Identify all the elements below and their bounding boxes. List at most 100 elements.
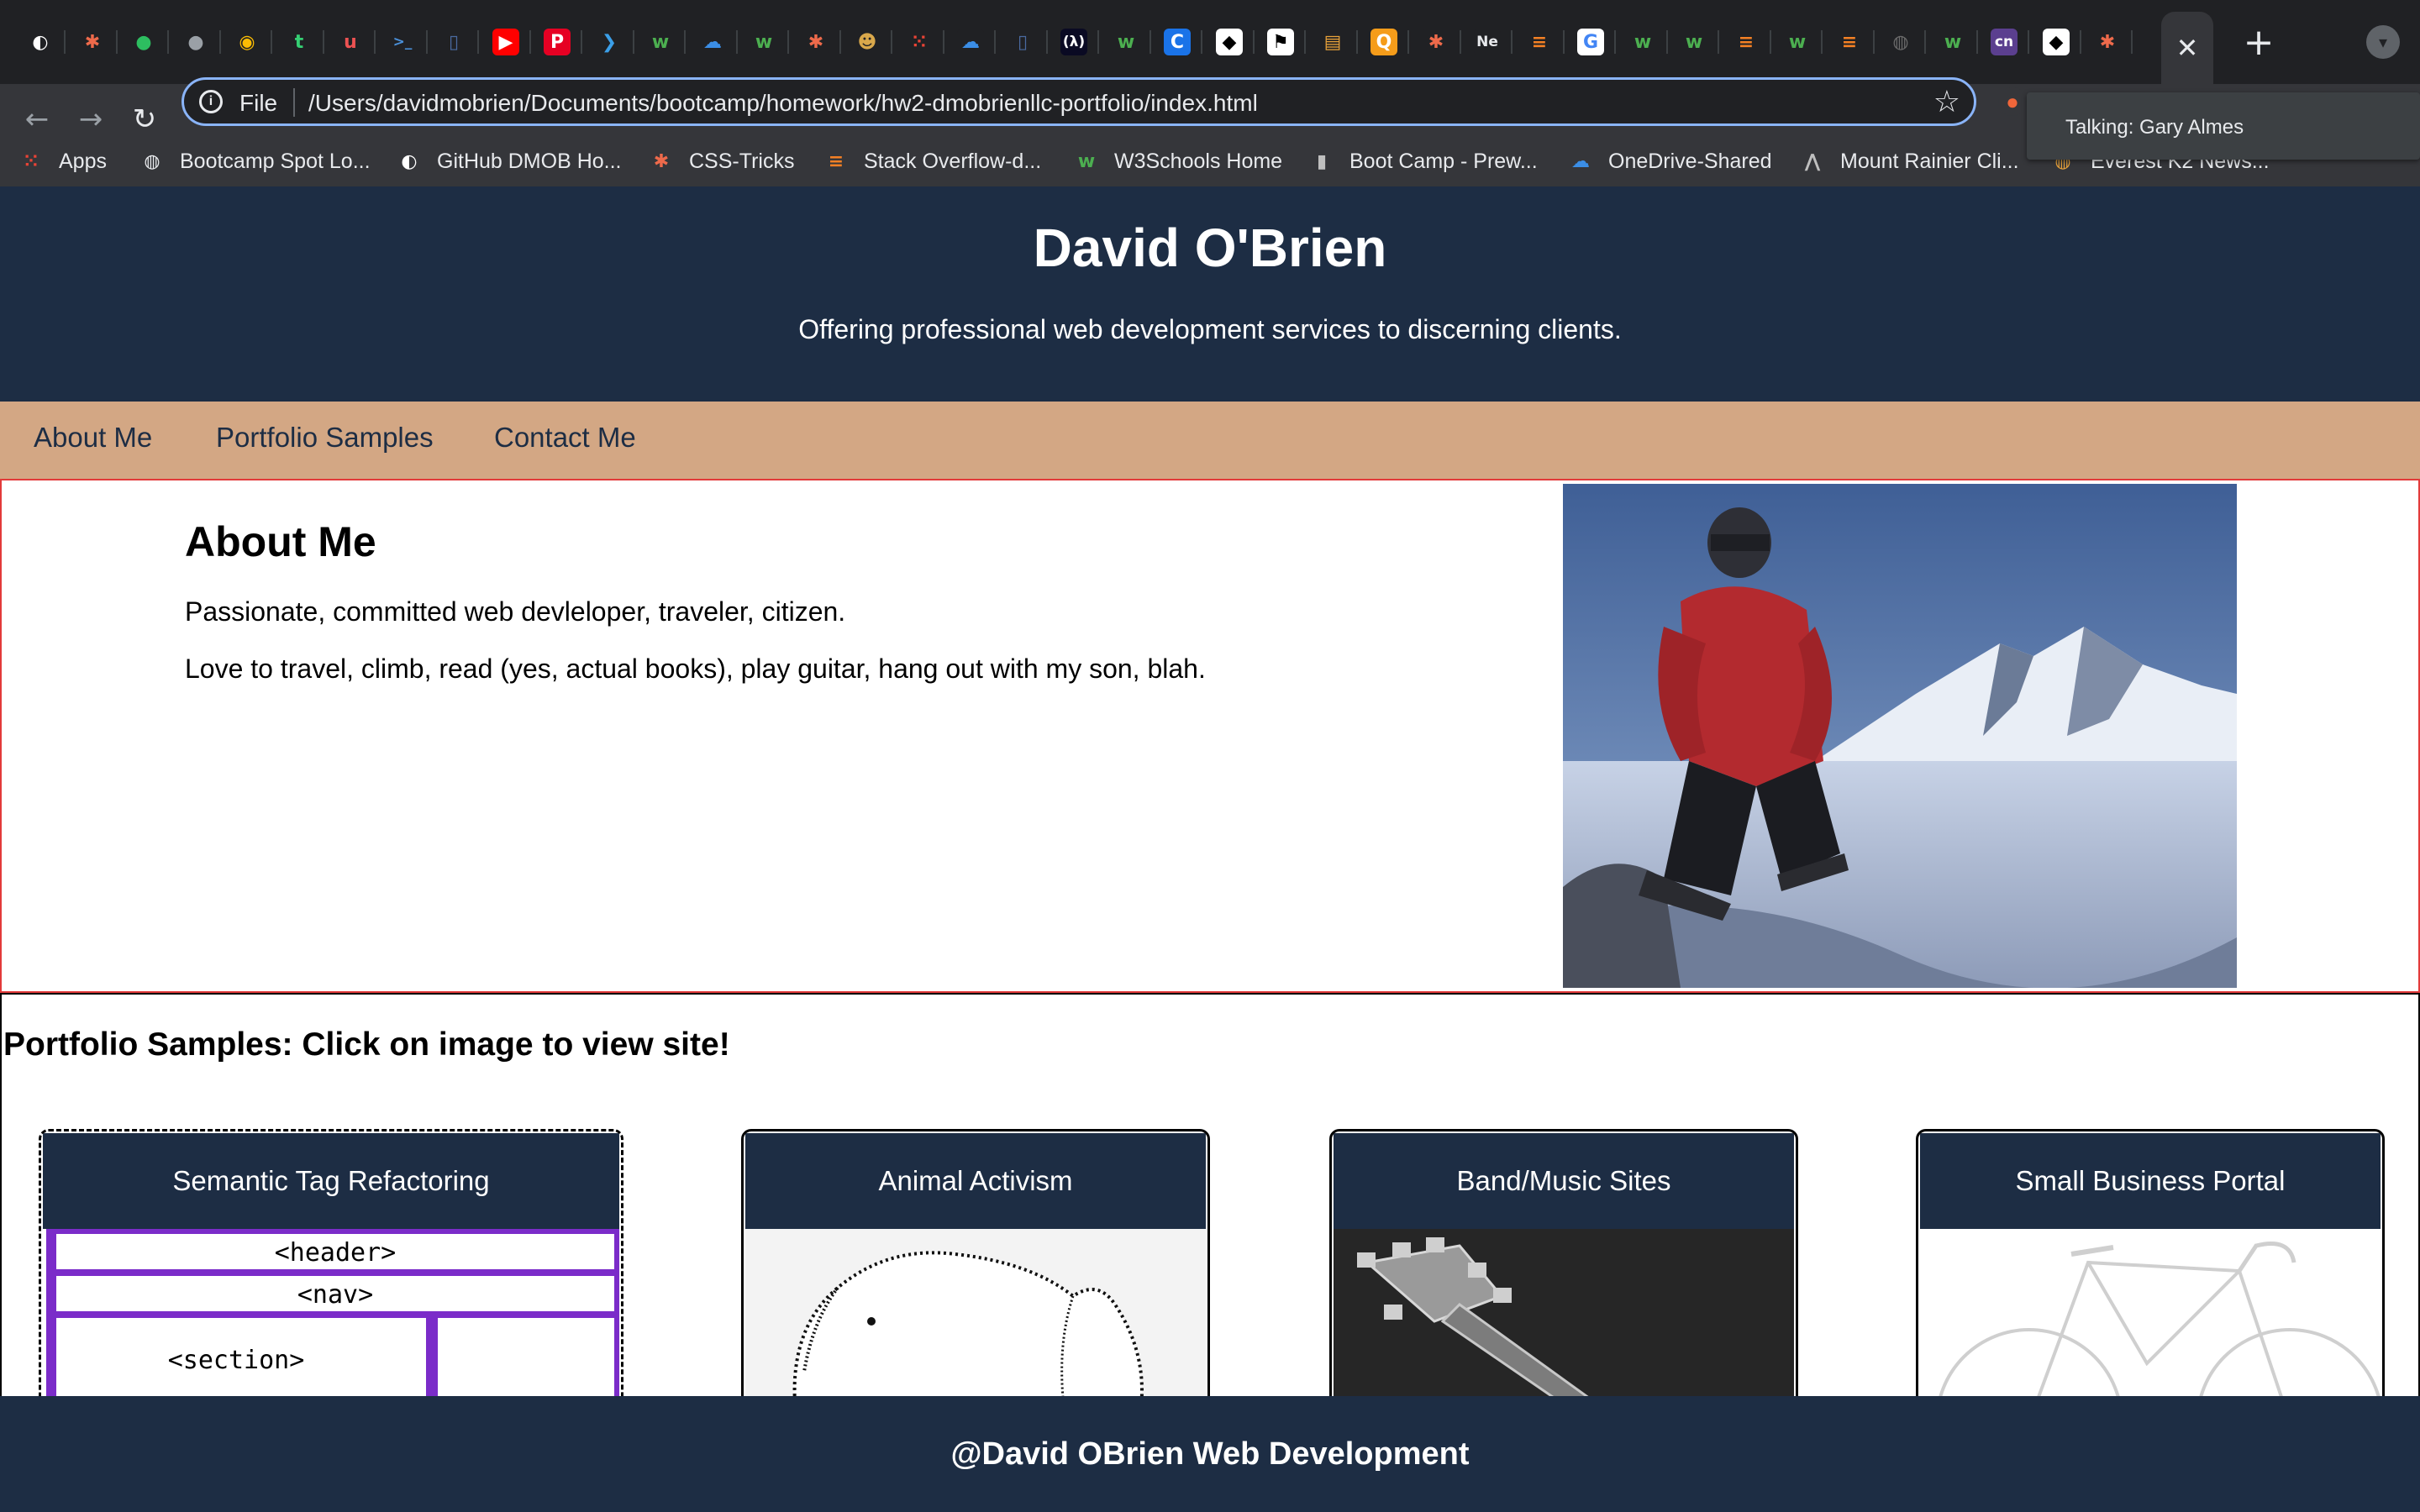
forward-arrow-icon[interactable]: → xyxy=(71,99,111,139)
tab-separator xyxy=(1614,30,1616,54)
site-nav: About Me Portfolio Samples Contact Me xyxy=(0,402,2420,479)
browser-tab[interactable]: ⚑ xyxy=(1259,22,1302,62)
browser-tab[interactable]: Ne xyxy=(1465,22,1509,62)
url-text[interactable]: /Users/davidmobrien/Documents/bootcamp/h… xyxy=(308,90,1258,117)
portfolio-card-band-music[interactable]: Band/Music Sites xyxy=(1329,1129,1798,1396)
browser-tab[interactable]: ● xyxy=(174,22,218,62)
flag-icon: ⚑ xyxy=(1267,29,1294,55)
tumblr-icon: t xyxy=(286,29,313,55)
browser-tab[interactable]: w xyxy=(1621,22,1665,62)
tag-text-section: <section> xyxy=(168,1346,305,1375)
browser-tab[interactable]: C xyxy=(1155,22,1199,62)
card-thumbnail[interactable]: <header> <nav> <section> xyxy=(43,1229,619,1396)
browser-tab[interactable]: ☁ xyxy=(949,22,992,62)
evernote-icon: ● xyxy=(130,29,157,55)
portfolio-card-semantic-tags[interactable]: Semantic Tag Refactoring <header> <nav> … xyxy=(39,1129,623,1396)
browser-tab[interactable]: w xyxy=(742,22,786,62)
browser-tab[interactable]: G xyxy=(1569,22,1612,62)
bookmark-item[interactable]: w W3Schools Home xyxy=(1074,144,1282,178)
w3schools-icon: w xyxy=(1629,29,1656,55)
close-tab-icon[interactable]: ✕ xyxy=(2176,32,2199,64)
tab-separator xyxy=(943,30,944,54)
stackoverflow-icon: ≡ xyxy=(1526,29,1553,55)
browser-tab[interactable]: t xyxy=(277,22,321,62)
info-icon[interactable]: i xyxy=(199,90,223,113)
browser-tab[interactable]: w xyxy=(1776,22,1819,62)
site-footer: @David OBrien Web Development xyxy=(0,1396,2420,1512)
browser-tab[interactable]: ◆ xyxy=(1207,22,1251,62)
site-tagline: Offering professional web development se… xyxy=(798,314,1622,344)
browser-tab[interactable]: (λ) xyxy=(1052,22,1096,62)
bookmark-star-icon[interactable]: ☆ xyxy=(1933,85,1960,119)
bookmark-item[interactable]: ◐ GitHub DMOB Ho... xyxy=(397,144,621,178)
browser-tab[interactable]: ✱ xyxy=(794,22,838,62)
browser-tab[interactable]: ▶ xyxy=(484,22,528,62)
bookmark-item[interactable]: ✱ CSS-Tricks xyxy=(649,144,795,178)
portfolio-card-small-business[interactable]: Small Business Portal xyxy=(1916,1129,2385,1396)
browser-tab[interactable]: ✱ xyxy=(2086,22,2129,62)
browser-tab[interactable]: ◐ xyxy=(18,22,62,62)
portfolio-card-animal-activism[interactable]: Animal Activism xyxy=(741,1129,1210,1396)
browser-tab[interactable]: ≡ xyxy=(1518,22,1561,62)
card-thumbnail[interactable] xyxy=(1334,1229,1794,1396)
bookmark-item[interactable]: ▮ Boot Camp - Prew... xyxy=(1309,144,1538,178)
character-icon: ☻ xyxy=(854,29,881,55)
browser-tab[interactable]: w xyxy=(1104,22,1148,62)
ne-icon: Ne xyxy=(1474,29,1501,55)
browser-tab[interactable]: ≡ xyxy=(1828,22,1871,62)
browser-tab[interactable]: ◆ xyxy=(2034,22,2078,62)
apps-grid-icon: ⁙ xyxy=(906,29,933,55)
tab-separator xyxy=(1770,30,1771,54)
nav-link-contact[interactable]: Contact Me xyxy=(494,422,636,454)
browser-tab[interactable]: ☁ xyxy=(691,22,734,62)
browser-tab[interactable]: w xyxy=(1931,22,1975,62)
browser-tab[interactable]: >_ xyxy=(381,22,424,62)
browser-tab[interactable]: ▯ xyxy=(432,22,476,62)
browser-tab[interactable]: ✱ xyxy=(1414,22,1458,62)
chrome-icon: ◉ xyxy=(234,29,260,55)
browser-tab[interactable]: ☻ xyxy=(845,22,889,62)
tab-separator xyxy=(891,30,892,54)
w3schools-icon: w xyxy=(1113,29,1139,55)
browser-tab[interactable]: w xyxy=(639,22,682,62)
new-tab-button[interactable]: + xyxy=(2235,18,2282,66)
browser-tab[interactable]: P xyxy=(535,22,579,62)
browser-tab[interactable]: cn xyxy=(1982,22,2026,62)
browser-tab[interactable]: ⁙ xyxy=(897,22,941,62)
active-tab[interactable]: ✕ xyxy=(2161,12,2213,84)
bookmark-item[interactable]: ⁙ Apps xyxy=(18,144,107,178)
w3schools-icon: w xyxy=(647,29,674,55)
card-thumbnail[interactable] xyxy=(1920,1229,2381,1396)
browser-tab[interactable]: w xyxy=(1672,22,1716,62)
card-thumbnail[interactable] xyxy=(745,1229,1206,1396)
browser-tab[interactable]: ▯ xyxy=(1001,22,1044,62)
browser-tab[interactable]: ◍ xyxy=(1879,22,1923,62)
github-icon: ◐ xyxy=(401,150,418,172)
browser-tab[interactable]: ≡ xyxy=(1724,22,1768,62)
browser-tab[interactable]: ● xyxy=(122,22,166,62)
reload-icon[interactable]: ↻ xyxy=(124,99,165,139)
back-arrow-icon[interactable]: ← xyxy=(17,99,57,139)
bookmark-label: Boot Camp - Prew... xyxy=(1349,149,1538,173)
bookmark-label: Bootcamp Spot Lo... xyxy=(180,149,371,173)
browser-tab[interactable]: ✱ xyxy=(71,22,114,62)
bookmark-item[interactable]: ☁ OneDrive-Shared xyxy=(1568,144,1772,178)
onedrive-icon: ☁ xyxy=(957,29,984,55)
browser-tab[interactable]: ❯ xyxy=(587,22,631,62)
nav-link-portfolio[interactable]: Portfolio Samples xyxy=(216,422,434,454)
address-bar[interactable]: i File /Users/davidmobrien/Documents/boo… xyxy=(182,77,1976,126)
extension-icon[interactable]: ● xyxy=(1998,87,2027,116)
nav-link-about[interactable]: About Me xyxy=(34,422,152,454)
browser-tab[interactable]: u xyxy=(329,22,372,62)
bookmark-item[interactable]: ≡ Stack Overflow-d... xyxy=(823,144,1041,178)
freecodecamp-icon: (λ) xyxy=(1060,29,1087,55)
bookmark-item[interactable]: ⋀ Mount Rainier Cli... xyxy=(1800,144,2019,178)
tab-search-icon[interactable]: ▾ xyxy=(2366,25,2400,59)
browser-tab[interactable]: ▤ xyxy=(1311,22,1355,62)
browser-tab[interactable]: ◉ xyxy=(225,22,269,62)
bookmark-label: Stack Overflow-d... xyxy=(864,149,1042,173)
tab-separator xyxy=(2080,30,2081,54)
tag-text-header: <header> xyxy=(275,1238,397,1268)
bookmark-item[interactable]: ◍ Bootcamp Spot Lo... xyxy=(139,144,371,178)
browser-tab[interactable]: Q xyxy=(1362,22,1406,62)
